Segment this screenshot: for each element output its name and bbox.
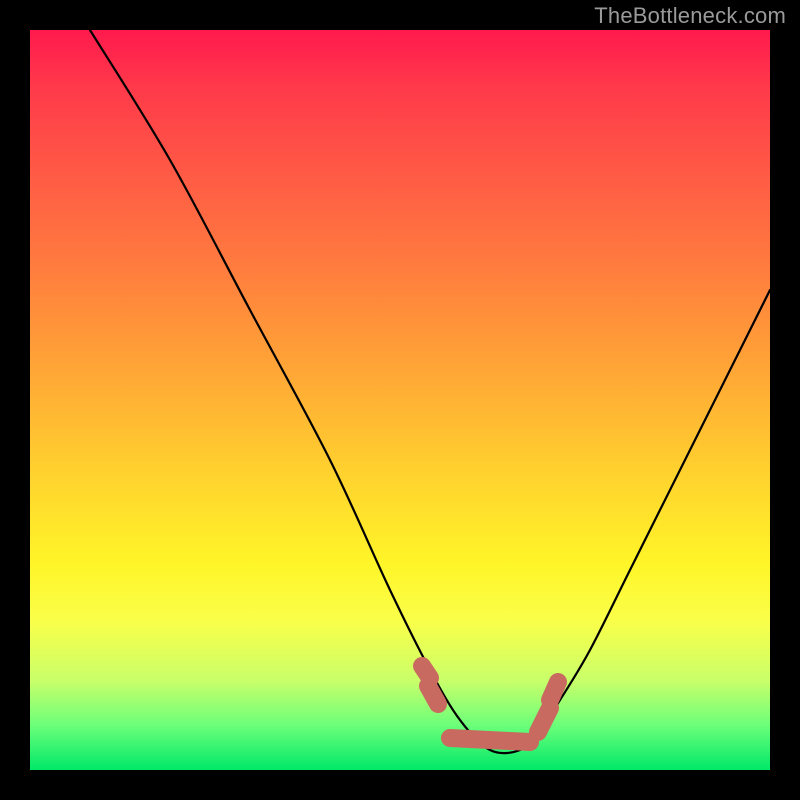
optimal-range-markers bbox=[422, 666, 558, 742]
plot-area bbox=[30, 30, 770, 770]
marker-segment bbox=[422, 666, 430, 678]
marker-segment bbox=[450, 738, 530, 742]
marker-segment bbox=[550, 682, 558, 700]
marker-segment bbox=[428, 686, 438, 704]
bottleneck-curve bbox=[90, 30, 770, 753]
marker-segment bbox=[538, 708, 550, 732]
watermark-text: TheBottleneck.com bbox=[594, 3, 786, 29]
chart-frame: TheBottleneck.com bbox=[0, 0, 800, 800]
curve-svg bbox=[30, 30, 770, 770]
